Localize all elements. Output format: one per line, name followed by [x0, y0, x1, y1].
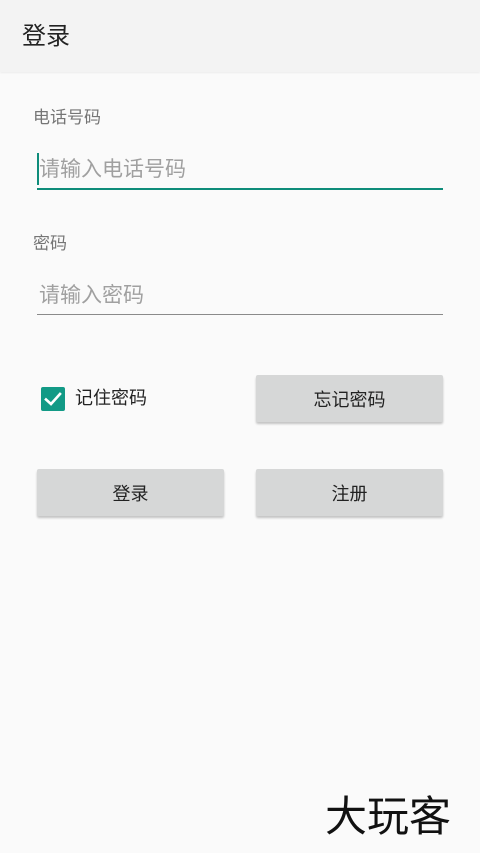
checkmark-icon: [44, 392, 62, 406]
password-label: 密码: [33, 234, 67, 254]
remember-password-label: 记住密码: [75, 388, 147, 409]
forgot-password-button[interactable]: 忘记密码: [256, 375, 443, 422]
login-button[interactable]: 登录: [37, 469, 224, 516]
watermark-logo: 大玩客: [325, 792, 452, 841]
text-cursor: [37, 153, 39, 185]
password-input[interactable]: [37, 275, 443, 315]
app-bar: 登录: [0, 0, 480, 72]
remember-password-checkbox[interactable]: [41, 387, 65, 411]
phone-label: 电话号码: [33, 108, 101, 128]
page-title: 登录: [22, 22, 70, 50]
phone-input[interactable]: [37, 150, 443, 190]
register-button[interactable]: 注册: [256, 469, 443, 516]
